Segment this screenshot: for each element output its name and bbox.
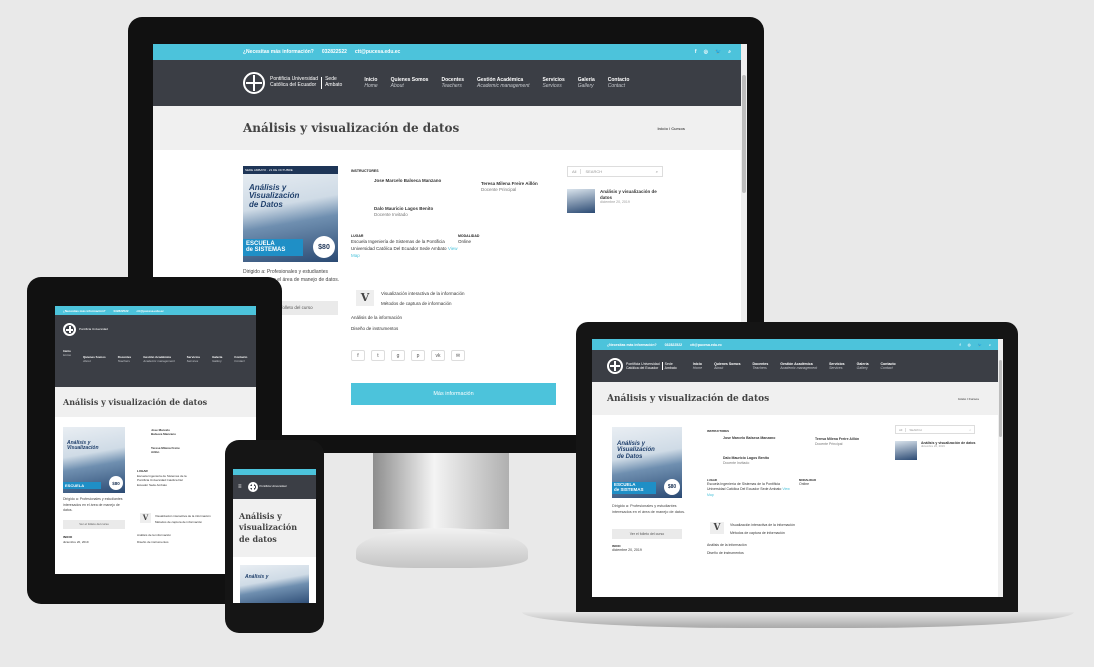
course-poster[interactable]: SEDE AMBATO · 21 DE OCTUBRE Análisis y Vi… <box>243 166 338 262</box>
phone: ≡ Pontificia Universidad Análisis y visu… <box>225 440 324 633</box>
avatar <box>458 181 476 199</box>
instructors-block: Instructores <box>351 169 379 173</box>
avatar <box>351 178 369 196</box>
facebook-icon[interactable]: f <box>959 343 960 347</box>
laptop-screen: ¿Necesitas más información? 032822522 ct… <box>592 339 1003 597</box>
nav-quienes-somos[interactable]: Quienes Somos About <box>391 77 429 89</box>
search-icon[interactable]: ⌕ <box>989 343 991 347</box>
monitor-stand-neck <box>373 453 509 529</box>
topics-list: Análisis de la información Diseño de inst… <box>351 315 403 331</box>
email-icon[interactable]: ✉ <box>451 350 465 361</box>
avatar <box>351 206 369 224</box>
page-title-bar: Análisis y visualización de datos Inicio… <box>153 106 747 150</box>
recent-thumbnail <box>567 189 595 213</box>
topbar-phone[interactable]: 032822522 <box>322 49 347 55</box>
recent-course[interactable]: Análisis y visualización de datos diciemb… <box>567 189 667 213</box>
university-crest-icon <box>243 72 265 94</box>
topbar-social: f ◎ 🐦 ⌕ <box>688 49 731 55</box>
category-select[interactable]: All <box>568 169 582 174</box>
menu-icon[interactable]: ≡ <box>238 484 242 490</box>
instagram-icon[interactable]: ◎ <box>968 343 971 347</box>
desktop-topbar: ¿Necesitas más información? 032822522 ct… <box>153 44 747 60</box>
vk-icon[interactable]: vk <box>431 350 445 361</box>
nav-inicio[interactable]: Inicio Home <box>364 77 377 89</box>
university-crest-icon <box>63 323 76 336</box>
laptop-base <box>522 612 1074 628</box>
laptop: ¿Necesitas más información? 032822522 ct… <box>576 322 1018 615</box>
nav-contacto[interactable]: Contacto Contact <box>608 77 630 89</box>
modality-block: Modalidad Online <box>458 234 480 245</box>
nav-gestion-academica[interactable]: Gestión Académica Academic management <box>477 77 530 89</box>
page-title: Análisis y visualización de datos <box>243 121 460 135</box>
phone-screen: ≡ Pontificia Universidad Análisis y visu… <box>233 469 316 603</box>
instructor-card[interactable]: Jose Marcelo Balseca Manzano <box>351 178 441 196</box>
search-icon[interactable]: ⌕ <box>656 169 662 174</box>
topbar-email[interactable]: ctt@pucesa.edu.ec <box>355 49 400 55</box>
breadcrumb[interactable]: Inicio / Cursos <box>657 126 685 131</box>
twitter-icon[interactable]: 🐦 <box>715 49 721 55</box>
monitor-stand-base <box>356 528 528 568</box>
scrollbar[interactable] <box>998 339 1003 597</box>
facebook-icon[interactable]: f <box>351 350 365 361</box>
desktop-navbar: Pontificia Universidad Católica del Ecuad… <box>153 60 747 106</box>
site-logo[interactable]: Pontificia Universidad Católica del Ecuad… <box>607 358 677 374</box>
topics-list: Visualización interactiva de la informac… <box>381 291 465 306</box>
twitter-icon[interactable]: t <box>371 350 385 361</box>
site-logo[interactable]: Pontificia Universidad <box>63 323 248 336</box>
search-icon[interactable]: ⌕ <box>728 49 731 55</box>
nav-docentes[interactable]: Docentes Teachers <box>441 77 464 89</box>
google-plus-icon[interactable]: g <box>391 350 405 361</box>
share-buttons: f t g p vk ✉ <box>351 350 465 361</box>
twitter-icon[interactable]: 🐦 <box>978 343 982 347</box>
nav-galeria[interactable]: Galería Gallery <box>578 77 595 89</box>
facebook-icon[interactable]: f <box>695 49 697 55</box>
topics-initial: V <box>356 290 374 306</box>
search-icon[interactable]: ⌕ <box>969 428 974 432</box>
location-block: Lugar Escuela Ingeniería de Sistemas de … <box>351 234 458 258</box>
search-input[interactable]: SEARCH <box>581 169 655 174</box>
more-info-button[interactable]: Más información <box>351 383 556 405</box>
instagram-icon[interactable]: ◎ <box>704 49 708 55</box>
pinterest-icon[interactable]: p <box>411 350 425 361</box>
instructor-card[interactable]: Teresa Milena Freire Aillón Docente Princ… <box>458 181 538 199</box>
instructor-card[interactable]: Dalo Mauricio Lagos Benito Docente Invita… <box>351 206 433 224</box>
nav-servicios[interactable]: Servicios Services <box>543 77 565 89</box>
site-logo[interactable]: Pontificia Universidad Católica del Ecuad… <box>243 72 342 94</box>
topbar-question[interactable]: ¿Necesitas más información? <box>243 49 314 55</box>
sidebar-search[interactable]: All SEARCH ⌕ <box>567 166 663 177</box>
site-logo[interactable]: Pontificia Universidad <box>247 482 286 492</box>
